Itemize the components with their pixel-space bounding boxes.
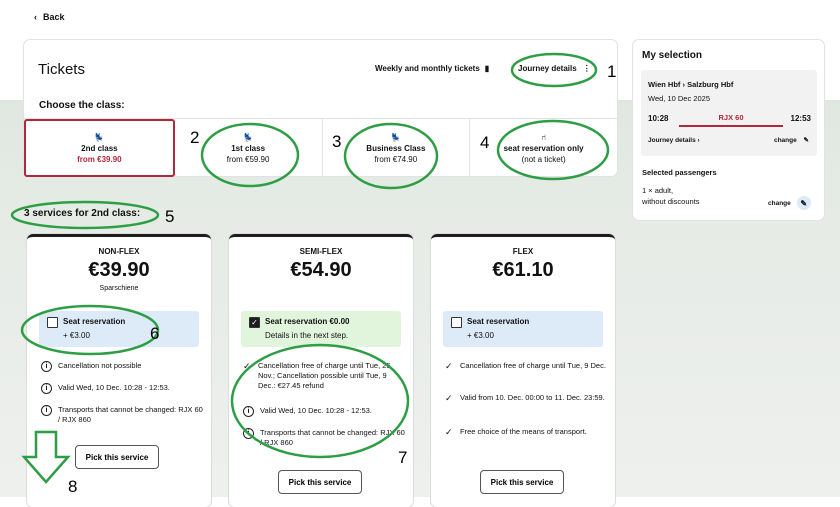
annotation-ellipse-semi-flex [230, 343, 410, 459]
annotation-number: 6 [150, 324, 159, 343]
annotation-ellipse-journey [510, 52, 598, 88]
annotation-number: 4 [480, 133, 489, 152]
annotation-arrow-down [21, 430, 71, 484]
annotation-ellipse-seat-reservation [20, 304, 160, 356]
annotation-ellipse-seat-only [496, 119, 610, 181]
annotation-number: 5 [165, 207, 174, 226]
annotation-number: 8 [68, 477, 77, 496]
annotation-number: 3 [332, 132, 341, 151]
annotation-ellipse-business [343, 122, 439, 190]
annotation-ellipse-1st [200, 122, 300, 188]
annotation-overlay: 1 2 3 4 5 6 7 8 [10, 52, 616, 496]
annotation-number: 1 [607, 62, 616, 81]
annotation-number: 7 [398, 448, 407, 467]
annotation-number: 2 [190, 128, 199, 147]
annotation-ellipse-services [10, 200, 160, 230]
